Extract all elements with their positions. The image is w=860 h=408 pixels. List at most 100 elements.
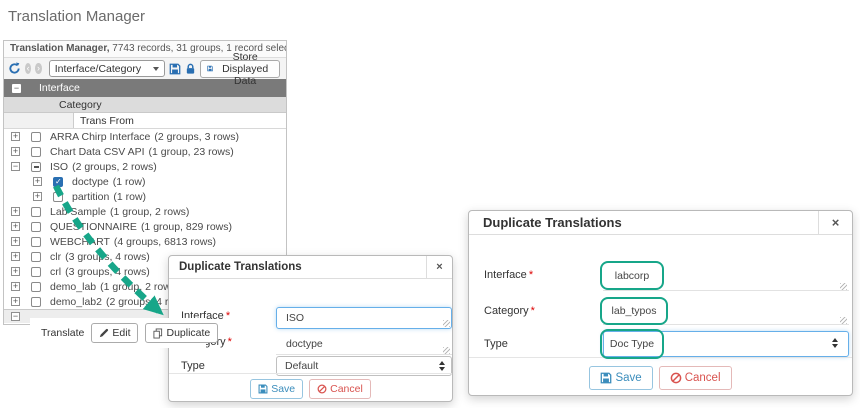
interface-highlight: labcorp [600, 261, 664, 290]
store-displayed-data-button[interactable]: Store Displayed Data [200, 60, 280, 78]
category-value: lab_typos [612, 305, 657, 317]
group-label[interactable]: demo_lab [50, 281, 96, 293]
translate-label[interactable]: Translate [41, 327, 84, 339]
expand-toggle-icon[interactable] [11, 282, 20, 291]
expand-toggle-icon[interactable] [11, 147, 20, 156]
expand-toggle-icon[interactable] [11, 297, 20, 306]
header-interface-label: Interface [39, 82, 80, 94]
expand-toggle-icon[interactable] [11, 267, 20, 276]
save-button-label: Save [615, 372, 641, 384]
save-button-label: Save [271, 383, 295, 395]
resize-grip-icon[interactable] [443, 347, 450, 354]
group-label[interactable]: partition [72, 191, 109, 203]
dialog-title: Duplicate Translations [169, 256, 302, 278]
type-highlight: Doc Type [600, 329, 664, 359]
floppy-icon [207, 63, 213, 74]
cancel-button[interactable]: Cancel [659, 366, 732, 390]
resize-grip-icon[interactable] [840, 317, 847, 324]
group-count: (2 groups, 3 rows) [154, 131, 239, 143]
collapse-all-icon[interactable]: − [12, 84, 21, 93]
dialog-footer: Save Cancel [169, 373, 452, 401]
group-label[interactable]: ISO [50, 161, 68, 173]
chevron-down-icon [153, 67, 159, 71]
row-action-strip: Translate Edit Duplicate [30, 318, 206, 348]
view-select[interactable]: Interface/Category [49, 60, 165, 77]
interface-value: labcorp [615, 270, 649, 282]
dialog-header: Duplicate Translations × [169, 256, 452, 279]
edit-button-label: Edit [112, 327, 130, 339]
prev-page-icon[interactable]: ‹ [25, 63, 31, 74]
pencil-icon [99, 328, 109, 338]
group-label[interactable]: crl [50, 266, 61, 278]
grid-toolbar: ‹ › Interface/Category Store Displayed D… [4, 58, 286, 79]
row-checkbox[interactable] [31, 222, 41, 232]
group-count: (1 group, 2 rows) [110, 206, 189, 218]
group-label[interactable]: WEBCHART [50, 236, 110, 248]
store-button-label: Store Displayed Data [217, 51, 273, 87]
view-select-value: Interface/Category [55, 63, 141, 75]
expand-toggle-icon[interactable] [33, 177, 42, 186]
close-icon[interactable]: × [818, 211, 852, 234]
group-label[interactable]: Chart Data CSV API [50, 146, 145, 158]
group-label[interactable]: doctype [72, 176, 109, 188]
group-label[interactable]: clr [50, 251, 61, 263]
cancel-button-label: Cancel [330, 383, 363, 395]
save-view-icon[interactable] [169, 63, 181, 75]
group-count: (1 row) [113, 191, 146, 203]
cancel-button[interactable]: Cancel [309, 379, 371, 399]
expand-toggle-icon[interactable] [11, 252, 20, 261]
duplicate-button-label: Duplicate [166, 327, 210, 339]
group-label[interactable]: demo_lab2 [50, 296, 102, 308]
expand-toggle-icon[interactable] [11, 132, 20, 141]
row-checkbox[interactable] [53, 177, 63, 187]
floppy-icon [600, 372, 612, 384]
edit-button[interactable]: Edit [91, 323, 138, 343]
lock-icon[interactable] [185, 63, 196, 75]
header-spacer [4, 113, 74, 128]
duplicate-button[interactable]: Duplicate [145, 323, 218, 343]
select-arrows-icon [439, 361, 445, 371]
save-button[interactable]: Save [250, 379, 303, 399]
table-row: ISO (2 groups, 2 rows) [4, 159, 286, 174]
expand-toggle-icon[interactable] [11, 162, 20, 171]
row-checkbox[interactable] [31, 282, 41, 292]
group-label[interactable]: QUESTIONNAIRE [50, 221, 137, 233]
save-button[interactable]: Save [589, 366, 652, 390]
row-checkbox[interactable] [31, 267, 41, 277]
row-checkbox[interactable] [31, 162, 41, 172]
group-label[interactable]: Lab Sample [50, 206, 106, 218]
resize-grip-icon[interactable] [443, 320, 450, 327]
group-count: (3 groups, 4 rows) [65, 251, 150, 263]
resize-grip-icon[interactable] [840, 283, 847, 290]
table-row: QUESTIONNAIRE (1 group, 829 rows) [4, 219, 286, 234]
close-icon[interactable]: × [426, 256, 452, 278]
type-label: Type [181, 360, 205, 372]
group-label[interactable]: ARRA Chirp Interface [50, 131, 150, 143]
category-value: doctype [286, 338, 323, 350]
copy-icon [153, 328, 163, 339]
cancel-icon [670, 372, 682, 384]
duplicate-dialog-2: Duplicate Translations × Interface* labc… [468, 210, 853, 396]
row-checkbox[interactable] [31, 207, 41, 217]
dialog-header: Duplicate Translations × [469, 211, 852, 235]
next-page-icon[interactable]: › [35, 63, 41, 74]
type-select-value: Doc Type [610, 338, 654, 350]
group-count: (1 row) [113, 176, 146, 188]
header-transfrom[interactable]: Trans From [4, 113, 286, 129]
expand-toggle-icon[interactable] [11, 207, 20, 216]
expand-toggle-icon[interactable] [11, 222, 20, 231]
grid-summary-title: Translation Manager, [10, 43, 109, 54]
row-checkbox[interactable] [53, 192, 63, 202]
dialog-footer: Save Cancel [469, 357, 852, 395]
table-row: partition (1 row) [4, 189, 286, 204]
row-checkbox[interactable] [31, 237, 41, 247]
row-checkbox[interactable] [31, 252, 41, 262]
row-checkbox[interactable] [31, 147, 41, 157]
header-category[interactable]: Category [4, 97, 286, 113]
row-checkbox[interactable] [31, 132, 41, 142]
row-checkbox[interactable] [31, 297, 41, 307]
refresh-icon[interactable] [8, 62, 21, 75]
expand-toggle-icon[interactable] [11, 237, 20, 246]
collapse-icon[interactable] [11, 312, 20, 321]
expand-toggle-icon[interactable] [33, 192, 42, 201]
